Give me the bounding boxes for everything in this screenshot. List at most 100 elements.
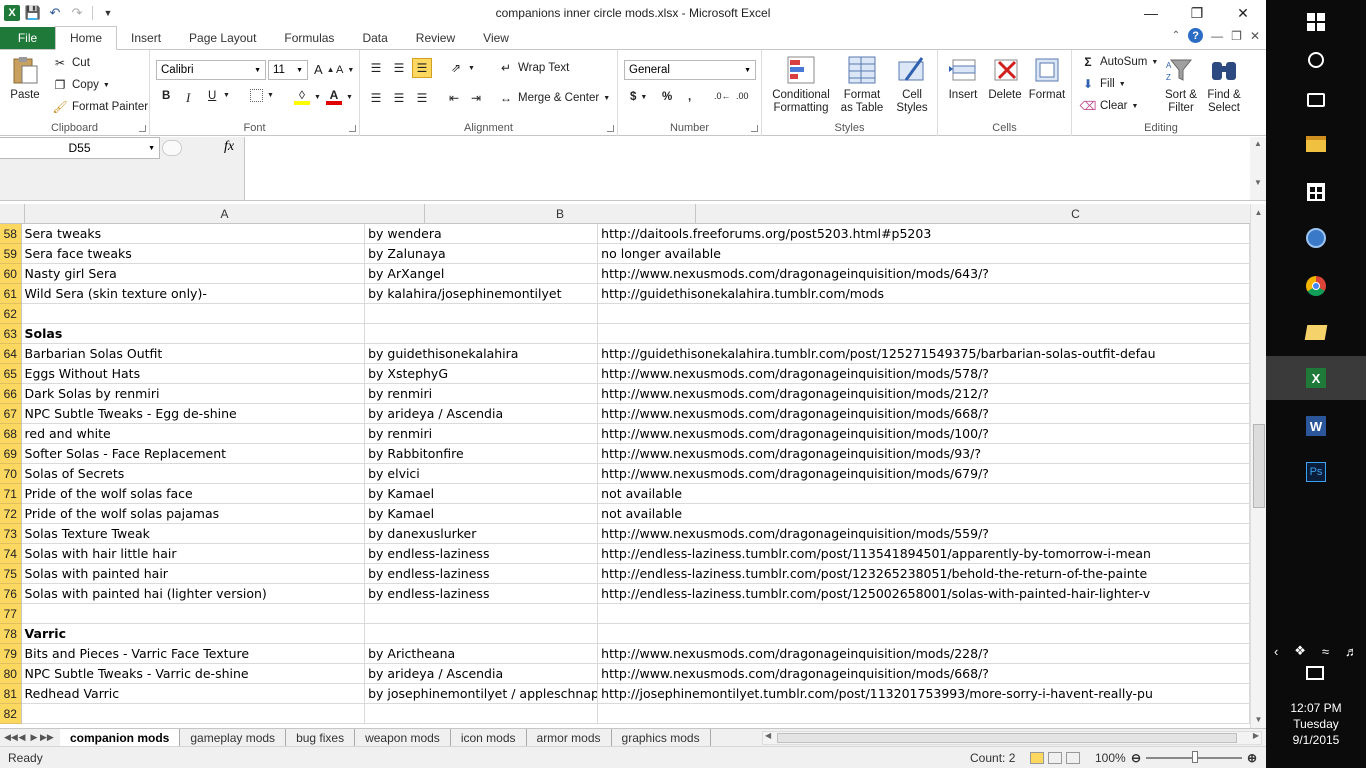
- save-icon[interactable]: 💾: [24, 4, 42, 22]
- cell-a[interactable]: Wild Sera (skin texture only)-: [21, 284, 366, 304]
- format-cells-button[interactable]: Format: [1026, 54, 1068, 102]
- volume-icon[interactable]: ♬: [1345, 644, 1358, 659]
- row-header[interactable]: 80: [0, 664, 22, 684]
- row-header[interactable]: 61: [0, 284, 22, 304]
- minimize-ribbon-icon[interactable]: ⌃: [1172, 30, 1180, 41]
- row-header[interactable]: 65: [0, 364, 22, 384]
- tab-data[interactable]: Data: [348, 27, 401, 49]
- cell-styles-button[interactable]: Cell Styles: [890, 54, 934, 115]
- cell-c[interactable]: http://guidethisonekalahira.tumblr.com/m…: [598, 284, 1250, 304]
- cell-a[interactable]: NPC Subtle Tweaks - Egg de-shine: [21, 404, 366, 424]
- cell-a[interactable]: Solas with hair little hair: [21, 544, 366, 564]
- cell-a[interactable]: Solas: [21, 324, 366, 344]
- column-header-b[interactable]: B: [425, 204, 696, 224]
- restore-button[interactable]: ❐: [1174, 0, 1220, 26]
- cell-c[interactable]: [598, 624, 1250, 644]
- copy-button[interactable]: ❐ Copy ▼: [52, 77, 110, 93]
- zoom-in-icon[interactable]: ⊕: [1247, 751, 1257, 765]
- tab-file[interactable]: File: [0, 27, 55, 49]
- thunderbird-icon[interactable]: [1266, 216, 1366, 260]
- sheet-tab[interactable]: companion mods: [60, 729, 181, 746]
- row-header[interactable]: 67: [0, 404, 22, 424]
- insert-function-icon[interactable]: fx: [224, 139, 234, 155]
- number-format-combo[interactable]: General ▼: [624, 60, 756, 80]
- sheet-tab[interactable]: weapon mods: [355, 729, 451, 746]
- cell-b[interactable]: [365, 704, 599, 724]
- cut-button[interactable]: ✂ Cut: [52, 55, 90, 71]
- row-header[interactable]: 70: [0, 464, 22, 484]
- scroll-up-icon[interactable]: ▲: [1251, 208, 1266, 217]
- customize-qat-icon[interactable]: ▼: [99, 4, 117, 22]
- cell-c[interactable]: http://www.nexusmods.com/dragonageinquis…: [598, 524, 1250, 544]
- alignment-launcher[interactable]: [607, 125, 614, 132]
- insert-cells-button[interactable]: Insert: [942, 54, 984, 102]
- format-as-table-button[interactable]: Format as Table: [836, 54, 888, 115]
- word-taskbar-icon[interactable]: W: [1266, 404, 1366, 448]
- font-color-icon[interactable]: A ▼: [326, 88, 353, 105]
- borders-icon[interactable]: ▼: [250, 89, 274, 102]
- formula-bar-handle[interactable]: [162, 140, 182, 156]
- autosum-button[interactable]: Σ AutoSum ▼: [1080, 54, 1158, 70]
- row-header[interactable]: 66: [0, 384, 22, 404]
- fill-button[interactable]: ⬇ Fill ▼: [1080, 76, 1126, 92]
- page-layout-view-icon[interactable]: [1048, 751, 1062, 764]
- cell-a[interactable]: Solas with painted hai (lighter version): [21, 584, 366, 604]
- underline-dropdown[interactable]: ▼: [223, 92, 230, 99]
- row-header[interactable]: 81: [0, 684, 22, 704]
- zoom-level[interactable]: 100%: [1095, 751, 1126, 765]
- column-header-c[interactable]: C: [696, 204, 1250, 224]
- vertical-scroll-thumb[interactable]: [1253, 424, 1265, 508]
- row-header[interactable]: 58: [0, 224, 22, 244]
- cell-a[interactable]: [21, 704, 366, 724]
- clipboard-launcher[interactable]: [139, 125, 146, 132]
- cell-a[interactable]: NPC Subtle Tweaks - Varric de-shine: [21, 664, 366, 684]
- excel-taskbar-icon[interactable]: X: [1266, 356, 1366, 400]
- cell-a[interactable]: Sera face tweaks: [21, 244, 366, 264]
- name-box[interactable]: D55 ▼: [0, 137, 160, 159]
- cell-c[interactable]: [598, 704, 1250, 724]
- cell-c[interactable]: http://guidethisonekalahira.tumblr.com/p…: [598, 344, 1250, 364]
- cell-b[interactable]: by kalahira/josephinemontilyet: [365, 284, 599, 304]
- row-header[interactable]: 78: [0, 624, 22, 644]
- sheet-tab[interactable]: graphics mods: [611, 729, 711, 746]
- cell-c[interactable]: not available: [598, 484, 1250, 504]
- cell-a[interactable]: Barbarian Solas Outfit: [21, 344, 366, 364]
- excel-logo-icon[interactable]: X: [4, 5, 20, 21]
- cell-c[interactable]: http://daitools.freeforums.org/post5203.…: [598, 224, 1250, 244]
- cell-c[interactable]: http://endless-laziness.tumblr.com/post/…: [598, 584, 1250, 604]
- format-painter-button[interactable]: 🖌 Format Painter: [52, 99, 148, 115]
- delete-cells-button[interactable]: Delete: [984, 54, 1026, 102]
- cell-b[interactable]: by elvici: [365, 464, 599, 484]
- cell-a[interactable]: Solas with painted hair: [21, 564, 366, 584]
- undo-icon[interactable]: ↶: [46, 4, 64, 22]
- row-header[interactable]: 74: [0, 544, 22, 564]
- cell-b[interactable]: by arideya / Ascendia: [365, 404, 599, 424]
- cell-c[interactable]: [598, 324, 1250, 344]
- workbook-close-icon[interactable]: ✕: [1250, 29, 1260, 43]
- cell-b[interactable]: by XstephyG: [365, 364, 599, 384]
- cell-c[interactable]: http://www.nexusmods.com/dragonageinquis…: [598, 664, 1250, 684]
- cortana-icon[interactable]: [1266, 38, 1366, 82]
- sheet-tab[interactable]: bug fixes: [286, 729, 356, 746]
- tab-review[interactable]: Review: [402, 27, 469, 49]
- row-header[interactable]: 59: [0, 244, 22, 264]
- tab-view[interactable]: View: [469, 27, 523, 49]
- row-header[interactable]: 64: [0, 344, 22, 364]
- cell-c[interactable]: http://josephinemontilyet.tumblr.com/pos…: [598, 684, 1250, 704]
- decrease-indent-icon[interactable]: ⇤: [446, 90, 462, 106]
- tab-home[interactable]: Home: [55, 26, 118, 50]
- underline-button[interactable]: U: [208, 90, 216, 102]
- store-icon[interactable]: [1266, 170, 1366, 214]
- file-explorer-icon[interactable]: [1266, 122, 1366, 166]
- increase-decimal-icon[interactable]: .0←: [714, 91, 731, 101]
- cell-b[interactable]: [365, 324, 599, 344]
- row-header[interactable]: 60: [0, 264, 22, 284]
- formula-bar-scrollbar[interactable]: ▲ ▼: [1250, 137, 1266, 200]
- prev-sheet-icon[interactable]: ◀: [16, 732, 28, 743]
- cell-c[interactable]: http://www.nexusmods.com/dragonageinquis…: [598, 444, 1250, 464]
- align-left-icon[interactable]: ☰: [368, 90, 384, 106]
- help-icon[interactable]: ?: [1188, 28, 1204, 43]
- align-right-icon[interactable]: ☰: [414, 90, 430, 106]
- cell-b[interactable]: by danexuslurker: [365, 524, 599, 544]
- cell-c[interactable]: http://www.nexusmods.com/dragonageinquis…: [598, 404, 1250, 424]
